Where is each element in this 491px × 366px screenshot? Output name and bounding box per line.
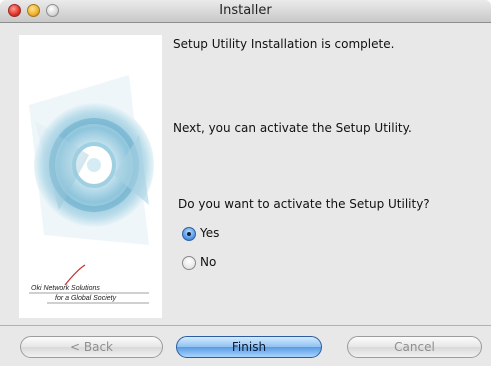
next-step-message: Next, you can activate the Setup Utility… (173, 121, 412, 135)
button-bar-separator (0, 325, 491, 326)
activation-question: Do you want to activate the Setup Utilit… (178, 197, 430, 211)
radio-button-no[interactable] (182, 256, 196, 270)
logo-text-line2: for a Global Society (55, 295, 117, 302)
title-bar[interactable]: Installer (0, 0, 491, 23)
cd-disc-graphic (29, 75, 154, 304)
back-button[interactable]: < Back (20, 336, 163, 358)
radio-label-yes[interactable]: Yes (200, 226, 219, 240)
finish-button[interactable]: Finish (176, 336, 322, 358)
side-panel-image: Oki Network Solutions for a Global Socie… (19, 35, 162, 318)
cancel-button[interactable]: Cancel (347, 336, 482, 358)
logo-text-line1: Oki Network Solutions (31, 285, 100, 292)
radio-button-yes[interactable] (182, 227, 196, 241)
completion-message: Setup Utility Installation is complete. (173, 37, 395, 51)
window-title: Installer (219, 3, 272, 18)
radio-label-no[interactable]: No (200, 255, 216, 269)
installer-window: Installer Oki Network Solutions for a Gl… (0, 0, 491, 366)
